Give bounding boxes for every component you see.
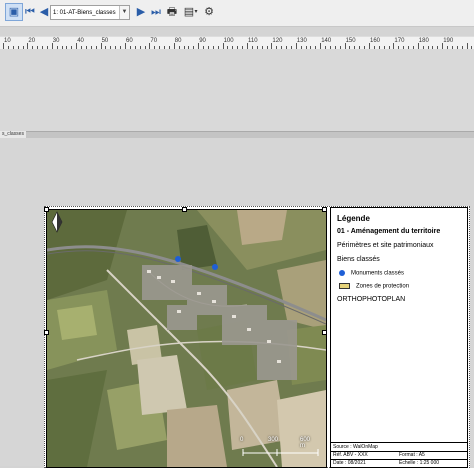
legend-entry: Zones de protection (339, 283, 409, 290)
atlas-page-select[interactable]: 1: 01-AT-Biens_classes ▼ (50, 5, 130, 20)
map-item[interactable] (46, 209, 327, 468)
ruler-tick-label: 70 (150, 38, 158, 44)
scale-text: Échelle : 1:25 000 (399, 460, 440, 466)
ruler-tick-label: 20 (28, 38, 36, 44)
resize-handle[interactable] (44, 207, 49, 212)
metadata-box[interactable]: Source : WalOnMap Réf. ABV - XXX Format … (330, 442, 468, 468)
scalebar-label: 0 (240, 437, 244, 443)
atlas-page-select-value: 1: 01-AT-Biens_classes (53, 10, 116, 16)
legend-entry-label: Zones de protection (356, 283, 410, 290)
resize-handle[interactable] (44, 330, 49, 335)
ruler-tick-label: 150 (345, 38, 356, 44)
legend-subgroup-title: Périmètres et site patrimoniaux (337, 242, 434, 249)
ruler-tick-label: 40 (77, 38, 84, 44)
monument-marker (175, 256, 181, 262)
zone-box-icon (339, 283, 350, 289)
legend-entry-label: Monuments classés (351, 270, 405, 277)
ruler-tick-label: 100 (223, 38, 234, 44)
ruler-tick-label: 110 (248, 38, 258, 44)
reference-text: Réf. ABV - XXX (333, 452, 368, 458)
ruler-tick-label: 50 (101, 38, 109, 44)
print-icon[interactable]: 🖶 (164, 4, 180, 20)
layout-canvas-upper (0, 49, 474, 131)
format-text: Format : A5 (399, 452, 425, 458)
legend-title: Légende (337, 214, 370, 223)
blue-dot-icon (339, 270, 345, 276)
chevron-down-icon[interactable]: ▼ (119, 6, 129, 19)
legend-layer-title: Biens classés (337, 256, 380, 263)
legend-group-title: 01 - Aménagement du territoire (337, 228, 441, 235)
ruler-tick-label: 90 (199, 38, 206, 44)
resize-handle[interactable] (322, 330, 327, 335)
resize-handle[interactable] (182, 207, 187, 212)
scalebar-label: 300 (268, 437, 279, 443)
scalebar-label: 600 m (300, 437, 311, 449)
legend-item[interactable]: Légende 01 - Aménagement du territoire P… (330, 207, 468, 468)
horizontal-ruler: 10 20 30 40 50 60 70 80 90 100 110 120 130 140 150 160 1… (0, 36, 474, 50)
splitter-tab-label[interactable]: s_classes (0, 131, 26, 138)
legend-entry: Monuments classés (339, 270, 404, 277)
aerial-orthophoto (47, 210, 326, 467)
ruler-tick-label: 30 (52, 38, 60, 44)
ruler-tick-label: 190 (443, 38, 454, 44)
ruler-tick-label: 180 (418, 38, 429, 44)
monument-marker (212, 264, 218, 270)
atlas-settings-icon[interactable]: ⚙ (201, 4, 217, 20)
source-text: Source : WalOnMap (333, 444, 378, 450)
ruler-tick-label: 120 (272, 38, 283, 44)
ruler-tick-label: 130 (296, 38, 307, 44)
ruler-tick-label: 170 (394, 38, 405, 44)
ruler-tick-label: 80 (174, 38, 182, 44)
legend-basemap: ORTHOPHOTOPLAN (337, 296, 406, 303)
last-page-icon[interactable]: ⏭ (148, 4, 164, 20)
ruler-tick-label: 160 (370, 38, 381, 44)
resize-handle[interactable] (322, 207, 327, 212)
export-dropdown-icon[interactable]: ▾ (192, 4, 200, 20)
view-page-icon[interactable]: ▣ (5, 3, 23, 21)
date-text: Date : 08/2021 (333, 460, 366, 466)
atlas-toolbar: ▣ ⏮ ◀ 1: 01-AT-Biens_classes ▼ ▶ ⏭ 🖶 ▤ ▾… (0, 0, 474, 27)
ruler-tick-label: 10 (4, 38, 11, 44)
next-page-icon[interactable]: ▶ (133, 4, 149, 20)
ruler-tick-label: 60 (126, 38, 133, 44)
ruler-tick-label: 140 (321, 38, 332, 44)
